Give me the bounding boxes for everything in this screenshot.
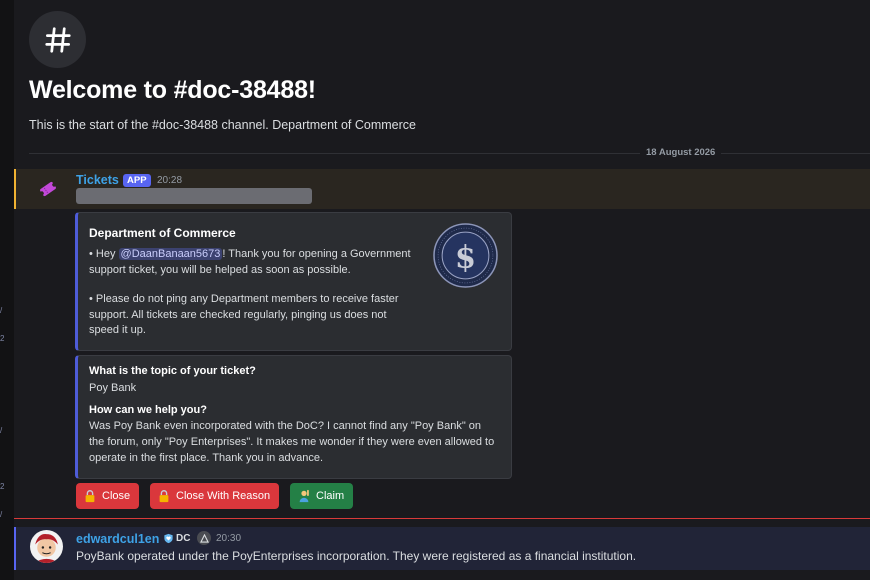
date-divider-label: 18 August 2026 <box>640 147 722 158</box>
lock-icon <box>85 490 95 503</box>
close-with-reason-label: Close With Reason <box>176 490 271 502</box>
message-timestamp: 20:30 <box>216 533 242 544</box>
field-topic-label: What is the topic of your ticket? <box>89 365 256 377</box>
claim-button[interactable]: Claim <box>290 483 354 509</box>
ticket-details-embed: What is the topic of your ticket? Poy Ba… <box>75 355 512 479</box>
field-topic-value: Poy Bank <box>89 382 137 394</box>
server-sidebar-edge: / 2 / 2 / <box>0 0 14 580</box>
bot-author-name[interactable]: Tickets <box>76 173 119 187</box>
close-with-reason-button[interactable]: Close With Reason <box>150 483 280 509</box>
user-message: edwardcul1en DC 20:30 PoyBank operated u… <box>14 527 870 570</box>
embed-line-2: • Please do not ping any Department memb… <box>89 293 399 336</box>
sidebar-fragment: / <box>0 426 3 435</box>
raised-hand-person-icon <box>299 489 309 503</box>
role-tag[interactable]: DC <box>163 532 190 545</box>
user-mention[interactable]: @DaanBanaan5673 <box>118 248 223 260</box>
svg-text:$: $ <box>455 240 476 276</box>
field-help-label: How can we help you? <box>89 404 207 416</box>
message-content: PoyBank operated under the PoyEnterprise… <box>76 549 637 563</box>
department-seal-icon: $ <box>433 223 498 288</box>
claim-button-label: Claim <box>316 490 345 502</box>
field-help-value: Was Poy Bank even incorporated with the … <box>89 420 495 464</box>
date-divider <box>29 153 870 154</box>
sidebar-fragment: / <box>0 510 3 519</box>
role-icon[interactable] <box>197 531 211 545</box>
message-timestamp: 20:28 <box>157 175 183 186</box>
bot-message-header: Tickets APP 20:28 <box>14 169 870 209</box>
redacted-content <box>76 188 312 204</box>
sidebar-fragment: 2 <box>0 334 5 343</box>
sidebar-fragment: 2 <box>0 482 5 491</box>
channel-welcome-title: Welcome to #doc-38488! <box>29 76 316 104</box>
close-button-label: Close <box>102 490 131 502</box>
embed-line-1: • Hey @DaanBanaan5673! Thank you for ope… <box>89 247 414 278</box>
avatar[interactable] <box>30 530 63 563</box>
embed-title: Department of Commerce <box>89 226 236 240</box>
ticket-intro-embed: Department of Commerce • Hey @DaanBanaan… <box>75 212 512 351</box>
heart-shield-icon <box>164 533 173 544</box>
app-badge: APP <box>123 174 151 187</box>
embed-line-1-prefix: • Hey <box>89 248 119 260</box>
channel-welcome-subtitle: This is the start of the #doc-38488 chan… <box>29 118 416 132</box>
close-button[interactable]: Close <box>76 483 140 509</box>
new-messages-divider <box>14 518 870 519</box>
sidebar-fragment: / <box>0 306 3 315</box>
ticket-icon[interactable] <box>38 179 58 199</box>
role-tag-label: DC <box>176 533 191 544</box>
lock-icon <box>159 490 169 503</box>
hash-icon <box>29 11 86 68</box>
user-author-name[interactable]: edwardcul1en <box>76 532 159 546</box>
